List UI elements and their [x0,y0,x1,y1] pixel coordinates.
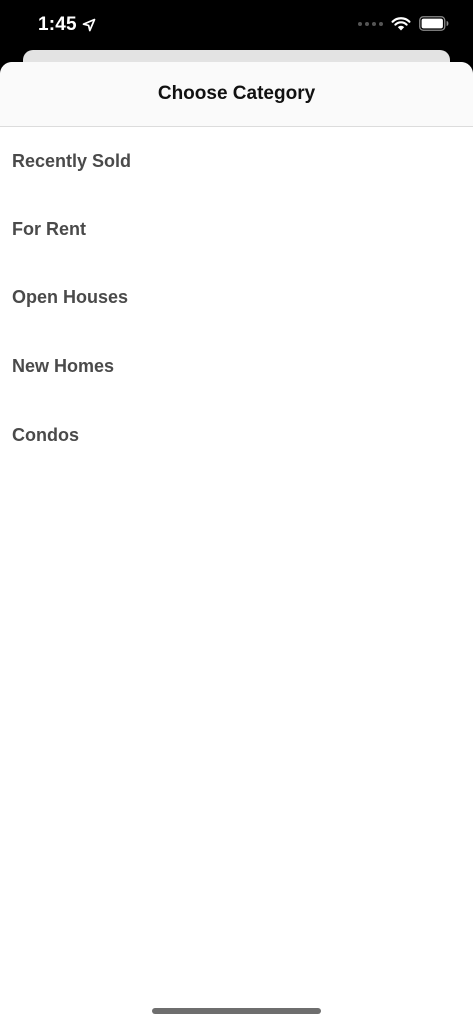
category-label: Open Houses [12,287,129,308]
sheet-header: Choose Category [0,62,473,127]
category-item-condos[interactable]: Condos [0,401,473,470]
phone-screen: 1:45 Choose Category Recently Sold For R… [0,0,473,1024]
category-label: New Homes [12,355,115,376]
category-item-for-rent[interactable]: For Rent [0,195,473,264]
category-item-recently-sold[interactable]: Recently Sold [0,127,473,195]
category-label: Recently Sold [12,150,132,171]
category-label: For Rent [12,218,86,239]
battery-icon [419,16,449,31]
status-time-group: 1:45 [38,14,96,36]
status-bar: 1:45 [0,0,473,50]
category-item-open-houses[interactable]: Open Houses [0,264,473,333]
category-label: Condos [12,424,79,445]
status-time: 1:45 [38,14,77,35]
cellular-signal-icon [358,17,383,31]
sheet-title: Choose Category [157,83,316,104]
location-arrow-icon [82,18,96,32]
home-indicator[interactable] [152,1008,321,1014]
wifi-icon [391,17,411,31]
category-sheet: Choose Category Recently Sold For Rent O… [0,62,473,1024]
category-list: Recently Sold For Rent Open Houses New H… [0,127,473,469]
status-icons [358,16,449,31]
category-item-new-homes[interactable]: New Homes [0,332,473,401]
